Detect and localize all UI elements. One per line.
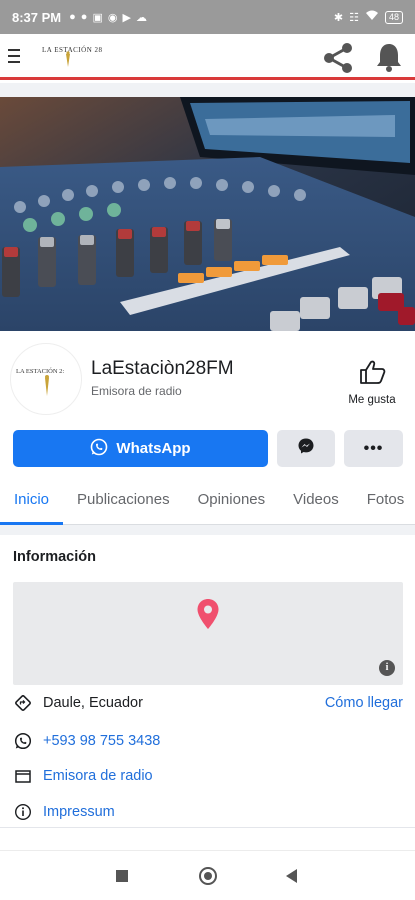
page-title: LaEstaciòn28FM	[91, 358, 234, 379]
section-divider	[0, 525, 415, 535]
top-divider	[0, 83, 415, 97]
location-row: Daule, Ecuador Cómo llegar	[13, 689, 403, 717]
page-category: Emisora de radio	[91, 384, 182, 398]
cloud-icon: ☁	[135, 11, 147, 24]
wifi-icon	[365, 10, 379, 24]
tab-inicio[interactable]: Inicio	[0, 477, 64, 525]
more-options-button[interactable]: •••	[344, 430, 403, 467]
phone-row: +593 98 755 3438	[13, 727, 403, 755]
back-icon[interactable]	[286, 869, 297, 883]
menu-icon[interactable]	[8, 44, 32, 68]
bell-icon[interactable]	[372, 40, 406, 79]
page-avatar[interactable]: LA ESTACIÓN 2:	[10, 343, 82, 415]
system-nav-bar	[0, 850, 415, 900]
page-header: LA ESTACIÓN 2: LaEstaciòn28FM Emisora de…	[0, 331, 415, 421]
system-icons: ✱ ☷ 48	[334, 10, 403, 24]
like-button[interactable]: Me gusta	[340, 359, 404, 406]
recents-icon[interactable]	[116, 870, 128, 882]
map-info-icon[interactable]: i	[379, 660, 395, 676]
tab-videos[interactable]: Videos	[279, 477, 353, 525]
person-icon: ●	[69, 10, 76, 23]
share-icon[interactable]	[320, 40, 356, 81]
home-icon[interactable]	[199, 867, 217, 885]
battery-level: 48	[388, 11, 399, 22]
category-row: Emisora de radio	[13, 762, 403, 790]
cover-photo[interactable]	[0, 97, 415, 331]
category-link[interactable]: Emisora de radio	[43, 768, 153, 784]
tab-opiniones[interactable]: Opiniones	[184, 477, 280, 525]
impressum-row: Impressum	[13, 798, 403, 826]
status-bar: 8:37 PM ● ● ▣ ◉ ▶ ☁ ✱ ☷ 48	[0, 0, 415, 34]
battery-icon: 48	[384, 10, 403, 24]
bluetooth-icon: ✱	[333, 11, 344, 24]
page-tabs: Inicio Publicaciones Opiniones Videos Fo…	[0, 477, 415, 525]
play-icon: ▶	[122, 11, 131, 24]
notification-icons: ● ● ▣ ◉ ▶ ☁	[69, 11, 147, 24]
whatsapp-label: WhatsApp	[116, 440, 191, 457]
phone-link[interactable]: +593 98 755 3438	[43, 733, 160, 749]
whatsapp-icon	[13, 731, 33, 751]
square-icon: ▣	[92, 11, 103, 24]
directions-link[interactable]: Cómo llegar	[325, 695, 403, 711]
messenger-button[interactable]	[277, 430, 335, 467]
tab-publicaciones[interactable]: Publicaciones	[63, 477, 184, 525]
map-pin-icon	[196, 598, 220, 635]
thumbs-up-icon	[358, 360, 386, 389]
info-heading: Información	[13, 549, 96, 565]
status-time: 8:37 PM	[12, 9, 62, 25]
brand-logo[interactable]: LA ESTACIÓN 28	[42, 39, 104, 73]
storefront-icon	[13, 766, 33, 786]
location-text: Daule, Ecuador	[43, 695, 143, 711]
action-buttons: WhatsApp •••	[0, 421, 415, 477]
vibrate-icon: ☷	[349, 11, 359, 24]
tab-fotos[interactable]: Fotos	[353, 477, 415, 525]
vpn-key-icon: ◉	[107, 11, 118, 24]
info-bottom-divider	[0, 827, 415, 837]
more-icon: •••	[363, 439, 384, 457]
location-map[interactable]: i	[13, 582, 403, 685]
whatsapp-button[interactable]: WhatsApp	[13, 430, 268, 467]
whatsapp-icon	[90, 438, 108, 460]
messenger-icon	[297, 437, 315, 460]
directions-icon	[13, 693, 33, 713]
person-icon: ●	[80, 10, 88, 23]
info-circle-icon	[13, 802, 33, 822]
info-section: Información i Daule, Ecuador Cómo llegar	[0, 535, 415, 850]
impressum-link[interactable]: Impressum	[43, 804, 115, 820]
like-label: Me gusta	[348, 394, 396, 406]
